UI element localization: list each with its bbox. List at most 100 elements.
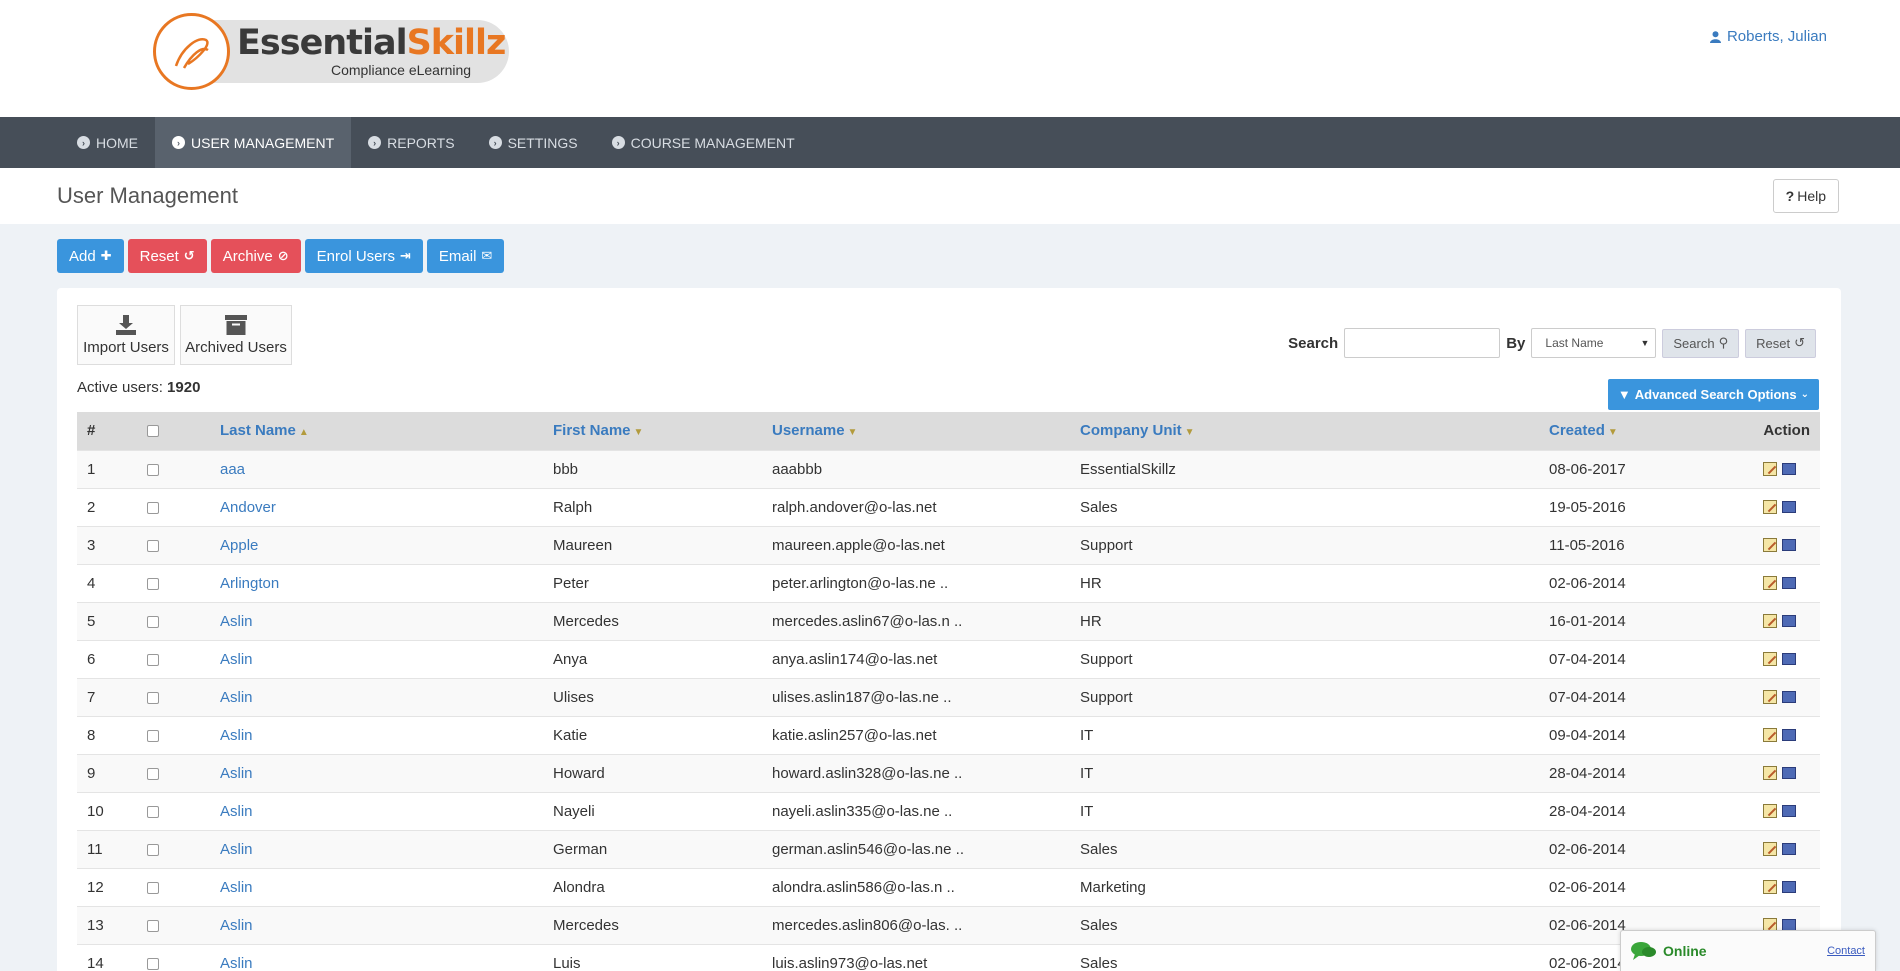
edit-icon[interactable] — [1763, 804, 1777, 818]
edit-icon[interactable] — [1763, 728, 1777, 742]
chevron-down-icon: ⌄ — [1800, 389, 1809, 400]
nav-course-management[interactable]: › COURSE MANAGEMENT — [595, 117, 812, 168]
table-row: 12 Aslin Alondra alondra.aslin586@o-las.n .… — [77, 867, 1820, 906]
chat-bubbles-icon — [1631, 942, 1656, 960]
last-name-link[interactable]: Aslin — [210, 753, 543, 792]
row-checkbox[interactable] — [147, 691, 159, 704]
nav-user-management[interactable]: › USER MANAGEMENT — [155, 117, 352, 168]
last-name-link[interactable]: Aslin — [210, 715, 543, 754]
username-cell: luis.aslin973@o-las.net — [762, 943, 1070, 971]
monitor-icon[interactable] — [1782, 501, 1796, 513]
enrol-users-button[interactable]: Enrol Users ⇥ — [304, 239, 423, 273]
edit-icon[interactable] — [1763, 538, 1777, 552]
monitor-icon[interactable] — [1782, 653, 1796, 665]
row-checkbox[interactable] — [147, 881, 159, 894]
last-name-link[interactable]: Aslin — [210, 829, 543, 868]
row-checkbox[interactable] — [147, 919, 159, 932]
row-checkbox[interactable] — [147, 463, 159, 476]
monitor-icon[interactable] — [1782, 805, 1796, 817]
advanced-search-button[interactable]: ▼ Advanced Search Options ⌄ — [1607, 379, 1819, 410]
caret-down-icon: ▼ — [1640, 338, 1650, 348]
username-cell: ulises.aslin187@o-las.ne .. — [762, 677, 1070, 716]
last-name-link[interactable]: Aslin — [210, 943, 543, 971]
undo-icon: ↺ — [1794, 335, 1805, 350]
search-reset-button[interactable]: Reset ↺ — [1745, 328, 1816, 358]
logo-swirl-icon — [153, 13, 230, 90]
add-button[interactable]: Add ✚ — [57, 239, 124, 273]
row-checkbox[interactable] — [147, 615, 159, 628]
search-button[interactable]: Search ⚲ — [1662, 328, 1740, 358]
last-name-link[interactable]: Aslin — [210, 905, 543, 944]
last-name-link[interactable]: Andover — [210, 487, 543, 526]
search-label: Search — [1288, 334, 1339, 352]
last-name-link[interactable]: Apple — [210, 525, 543, 564]
row-checkbox[interactable] — [147, 957, 159, 970]
email-button[interactable]: Email ✉ — [426, 239, 505, 273]
last-name-link[interactable]: Arlington — [210, 563, 543, 602]
search-by-select[interactable]: Last Name ▼ — [1531, 328, 1657, 358]
live-chat-widget[interactable]: Online Contact — [1620, 930, 1876, 971]
search-input[interactable] — [1344, 328, 1501, 358]
monitor-icon[interactable] — [1782, 767, 1796, 779]
row-number: 9 — [77, 753, 137, 792]
username-cell: peter.arlington@o-las.ne .. — [762, 563, 1070, 602]
sort-icon: ▼ — [1607, 427, 1618, 439]
edit-icon[interactable] — [1763, 842, 1777, 856]
row-checkbox[interactable] — [147, 539, 159, 552]
edit-icon[interactable] — [1763, 652, 1777, 666]
help-button[interactable]: ? Help — [1772, 179, 1839, 213]
username-cell: maureen.apple@o-las.net — [762, 525, 1070, 564]
contact-link[interactable]: Contact — [1827, 945, 1865, 957]
col-created[interactable]: Created ▼ — [1539, 412, 1709, 450]
row-checkbox[interactable] — [147, 805, 159, 818]
monitor-icon[interactable] — [1782, 691, 1796, 703]
created-cell: 28-04-2014 — [1539, 753, 1709, 792]
essentialskillz-logo[interactable]: EssentialSkillz Compliance eLearning — [153, 13, 509, 90]
nav-reports[interactable]: › REPORTS — [351, 117, 471, 168]
last-name-link[interactable]: Aslin — [210, 601, 543, 640]
users-panel: Import Users Archived Users Active users… — [57, 288, 1841, 971]
monitor-icon[interactable] — [1782, 539, 1796, 551]
edit-icon[interactable] — [1763, 690, 1777, 704]
last-name-link[interactable]: Aslin — [210, 791, 543, 830]
edit-icon[interactable] — [1763, 766, 1777, 780]
active-users-count: Active users: 1920 — [77, 379, 200, 396]
monitor-icon[interactable] — [1782, 615, 1796, 627]
last-name-link[interactable]: Aslin — [210, 677, 543, 716]
edit-icon[interactable] — [1763, 500, 1777, 514]
last-name-link[interactable]: Aslin — [210, 639, 543, 678]
col-company-unit[interactable]: Company Unit ▼ — [1070, 412, 1539, 450]
select-all-checkbox[interactable] — [147, 425, 159, 438]
search-button-label: Search — [1673, 335, 1715, 351]
row-select — [137, 525, 210, 564]
edit-icon[interactable] — [1763, 880, 1777, 894]
row-checkbox[interactable] — [147, 577, 159, 590]
monitor-icon[interactable] — [1782, 843, 1796, 855]
monitor-icon[interactable] — [1782, 729, 1796, 741]
row-checkbox[interactable] — [147, 767, 159, 780]
monitor-icon[interactable] — [1782, 577, 1796, 589]
col-first-name[interactable]: First Name ▼ — [543, 412, 762, 450]
row-checkbox[interactable] — [147, 653, 159, 666]
last-name-link[interactable]: Aslin — [210, 867, 543, 906]
table-row: 14 Aslin Luis luis.aslin973@o-las.net Sales 0… — [77, 943, 1820, 971]
edit-icon[interactable] — [1763, 462, 1777, 476]
col-username[interactable]: Username ▼ — [762, 412, 1070, 450]
row-checkbox[interactable] — [147, 729, 159, 742]
monitor-icon[interactable] — [1782, 463, 1796, 475]
monitor-icon[interactable] — [1782, 881, 1796, 893]
row-checkbox[interactable] — [147, 501, 159, 514]
nav-home[interactable]: › HOME — [60, 117, 155, 168]
last-name-link[interactable]: aaa — [210, 449, 543, 488]
archive-button[interactable]: Archive ⊘ — [210, 239, 301, 273]
edit-icon[interactable] — [1763, 576, 1777, 590]
reset-button[interactable]: Reset ↺ — [127, 239, 207, 273]
row-checkbox[interactable] — [147, 843, 159, 856]
header-label: Username — [772, 422, 845, 440]
col-last-name[interactable]: Last Name ▲ — [210, 412, 543, 450]
archived-users-tile[interactable]: Archived Users — [180, 305, 292, 365]
import-users-tile[interactable]: Import Users — [77, 305, 175, 365]
nav-settings[interactable]: › SETTINGS — [472, 117, 595, 168]
user-menu[interactable]: Roberts, Julian — [1709, 28, 1827, 45]
edit-icon[interactable] — [1763, 614, 1777, 628]
